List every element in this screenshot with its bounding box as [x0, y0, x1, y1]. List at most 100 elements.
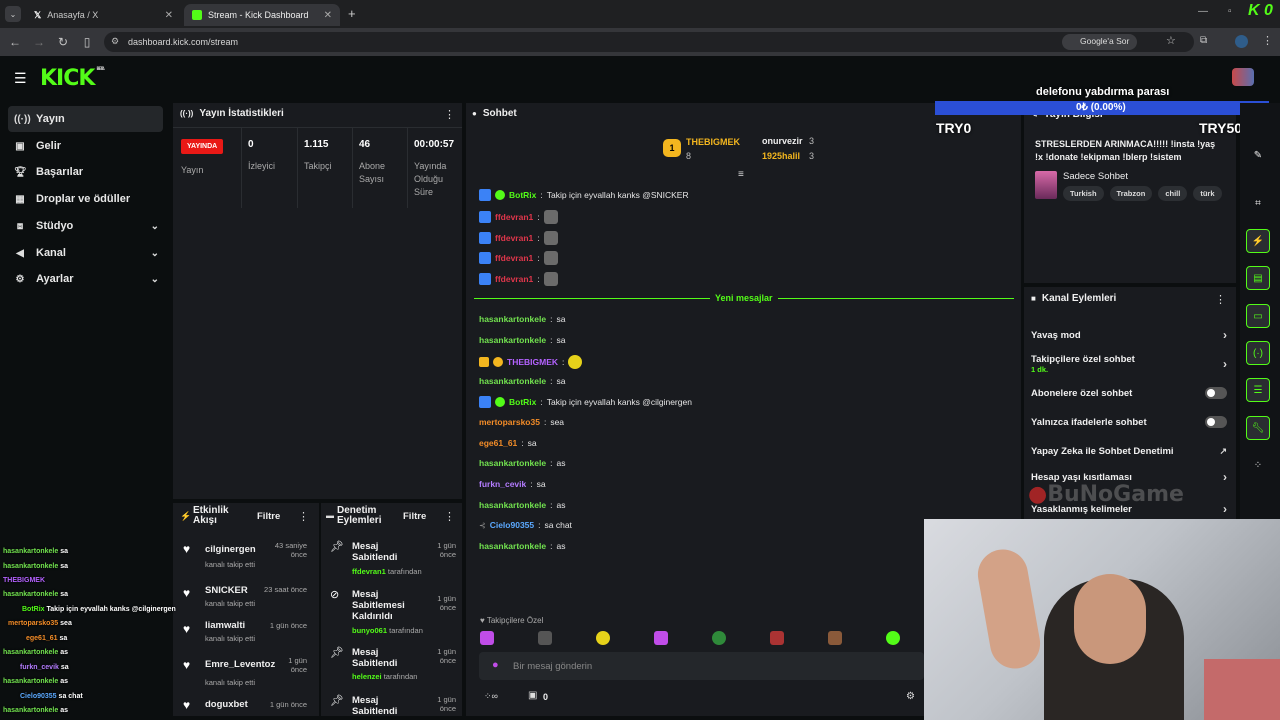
gavel-icon: ■: [1031, 294, 1036, 303]
edit-icon[interactable]: ✎: [1246, 143, 1270, 167]
layout-icon[interactable]: ☰: [1246, 378, 1270, 402]
channel-actions-menu-icon[interactable]: ⋮: [1215, 293, 1226, 306]
cat-emote-icon: [543, 210, 558, 224]
emote-icon[interactable]: [770, 631, 784, 645]
emote-icon[interactable]: [654, 631, 668, 645]
followers-only-item[interactable]: Takipçilere özel sohbet 1 dk. ›: [1031, 352, 1227, 376]
reload-icon[interactable]: ↻: [54, 33, 72, 51]
sidebar-item-ayarlar[interactable]: ⚙ Ayarlar ⌄: [8, 266, 163, 292]
category-name[interactable]: Sadece Sohbet: [1063, 171, 1128, 182]
tags-row: Turkish Trabzon chill türk: [1063, 186, 1222, 201]
close-tab-icon[interactable]: ✕: [324, 10, 332, 21]
sidebar-item-gelir[interactable]: ▣ Gelir: [8, 133, 163, 159]
new-messages-label: Yeni mesajlar: [710, 293, 778, 303]
ai-moderation-item[interactable]: Yapay Zeka ile Sohbet Denetimi ↗: [1031, 446, 1227, 457]
streamer-face: [1074, 574, 1146, 664]
new-tab-icon[interactable]: +: [348, 6, 356, 21]
moderation-by: ffdevran1 tarafından: [352, 567, 422, 576]
activity-menu-icon[interactable]: ⋮: [298, 510, 309, 523]
extensions-icon[interactable]: ⧉: [1200, 35, 1207, 46]
moderation-row: 📌︎ Mesaj Sabitlendi 1 gün önce: [330, 695, 456, 716]
site-info-icon[interactable]: ⚙: [111, 36, 119, 47]
star-icon[interactable]: ☆: [1166, 34, 1176, 47]
mic-icon[interactable]: ●: [492, 659, 499, 671]
emote-icon[interactable]: [886, 631, 900, 645]
user-avatar[interactable]: [1232, 68, 1254, 86]
pinned-toggle-icon[interactable]: ≡: [738, 169, 744, 180]
uptime-value: 00:00:57: [414, 139, 455, 150]
stats-col-sep: [297, 128, 298, 208]
chat-message: hasankartonkele: sa: [479, 376, 566, 386]
back-icon[interactable]: ←: [6, 33, 24, 51]
moderation-filter-button[interactable]: Filtre: [403, 511, 426, 522]
kick-logo[interactable]: KICK BETA: [40, 66, 105, 91]
lightning-icon[interactable]: ⚡: [1246, 229, 1270, 253]
clipboard-icon[interactable]: ▤: [1246, 266, 1270, 290]
bot-badge-icon: [479, 232, 491, 244]
close-tab-icon[interactable]: ✕: [165, 10, 173, 21]
overlay-chat-line: mertoparsko35 sea: [8, 620, 72, 627]
moderation-menu-icon[interactable]: ⋮: [444, 510, 455, 523]
slow-mode-item[interactable]: Yavaş mod ›: [1031, 328, 1227, 342]
sub-badge-icon: ⊰: [479, 520, 486, 530]
stats-menu-icon[interactable]: ⋮: [444, 108, 455, 121]
top-gifter-name[interactable]: THEBIGMEK: [686, 137, 740, 147]
sidebar-item-droplar[interactable]: ▦ Droplar ve ödüller: [8, 186, 163, 212]
sidebar-item-basarilar[interactable]: 🏆︎ Başarılar: [8, 159, 163, 185]
emote-icon[interactable]: [712, 631, 726, 645]
tab-kick-dashboard[interactable]: Stream - Kick Dashboard ✕: [184, 4, 340, 26]
gifter-3-count: 3: [809, 151, 815, 161]
activity-filter-button[interactable]: Filtre: [257, 511, 280, 522]
sidebar-item-studyo[interactable]: ⧈ Stüdyo ⌄: [8, 213, 163, 239]
heart-icon: ♥: [183, 586, 191, 600]
google-ask-button[interactable]: Google'a Sor: [1062, 34, 1138, 50]
emote-icon[interactable]: [538, 631, 552, 645]
activity-title: Etkinlik Akışı: [193, 505, 229, 526]
emotes-only-toggle[interactable]: [1205, 416, 1227, 428]
megaphone-icon: ◀: [16, 247, 24, 259]
chat-settings-icon[interactable]: ⚙: [906, 691, 915, 702]
broadcast-icon[interactable]: (·): [1246, 341, 1270, 365]
emote-icon[interactable]: [480, 631, 494, 645]
studio-icon: ⧈: [16, 220, 24, 232]
sidepanel-icon[interactable]: ▯: [78, 33, 96, 51]
cat-emote-icon: [543, 272, 558, 286]
maximize-icon[interactable]: ▫: [1228, 6, 1232, 17]
emote-icon[interactable]: [828, 631, 842, 645]
gear-icon: ⚙: [15, 273, 25, 285]
streamer-hand: [973, 545, 1045, 673]
gift-sub-icon[interactable]: ▣: [528, 690, 537, 701]
sidebar-item-yayin[interactable]: ((·)) Yayın: [8, 106, 163, 132]
minimize-icon[interactable]: —: [1198, 6, 1208, 17]
cat-emote-icon: [543, 251, 558, 265]
crop-icon[interactable]: ⌗: [1246, 191, 1270, 215]
emote-icon[interactable]: [596, 631, 610, 645]
corner-logo: K 0: [1248, 2, 1273, 19]
pepe-emote-icon: [568, 355, 583, 369]
gifter-2-name[interactable]: onurvezir: [762, 136, 803, 146]
chat-message: BotRix: Takip için eyvallah kanks @SNICKE…: [479, 189, 689, 201]
profile-avatar[interactable]: [1235, 35, 1248, 48]
tag[interactable]: türk: [1193, 186, 1222, 201]
tab-list-icon[interactable]: ⌄: [5, 6, 21, 22]
gifter-3-name[interactable]: 1925halil: [762, 151, 800, 161]
url-bar[interactable]: dashboard.kick.com/stream: [104, 32, 1194, 52]
points-icon[interactable]: ⁘∞: [484, 691, 498, 702]
overlay-chat-line: hasankartonkele as: [3, 707, 68, 714]
tag[interactable]: chill: [1158, 186, 1188, 201]
menu-dots-icon[interactable]: ⋮: [1262, 34, 1273, 47]
sidebar-item-kanal[interactable]: ◀ Kanal ⌄: [8, 240, 163, 266]
tab-twitter[interactable]: 𝕏 Anasayfa / X ✕: [26, 4, 181, 26]
hamburger-icon[interactable]: ☰: [14, 70, 27, 87]
external-link-icon: ↗: [1219, 446, 1227, 456]
chat-message-input[interactable]: Bir mesaj gönderin: [479, 652, 924, 680]
more-dots-icon[interactable]: ⁘: [1246, 453, 1270, 477]
chat-icon[interactable]: ▭: [1246, 304, 1270, 328]
activity-row: ♥ doguxbet 1 gün önce: [183, 698, 307, 712]
forward-icon[interactable]: →: [30, 33, 48, 51]
category-thumbnail[interactable]: [1035, 171, 1057, 199]
tag[interactable]: Trabzon: [1109, 186, 1153, 201]
wrench-icon[interactable]: 🔧︎: [1246, 416, 1270, 440]
tag[interactable]: Turkish: [1063, 186, 1104, 201]
subs-only-toggle[interactable]: [1205, 387, 1227, 399]
